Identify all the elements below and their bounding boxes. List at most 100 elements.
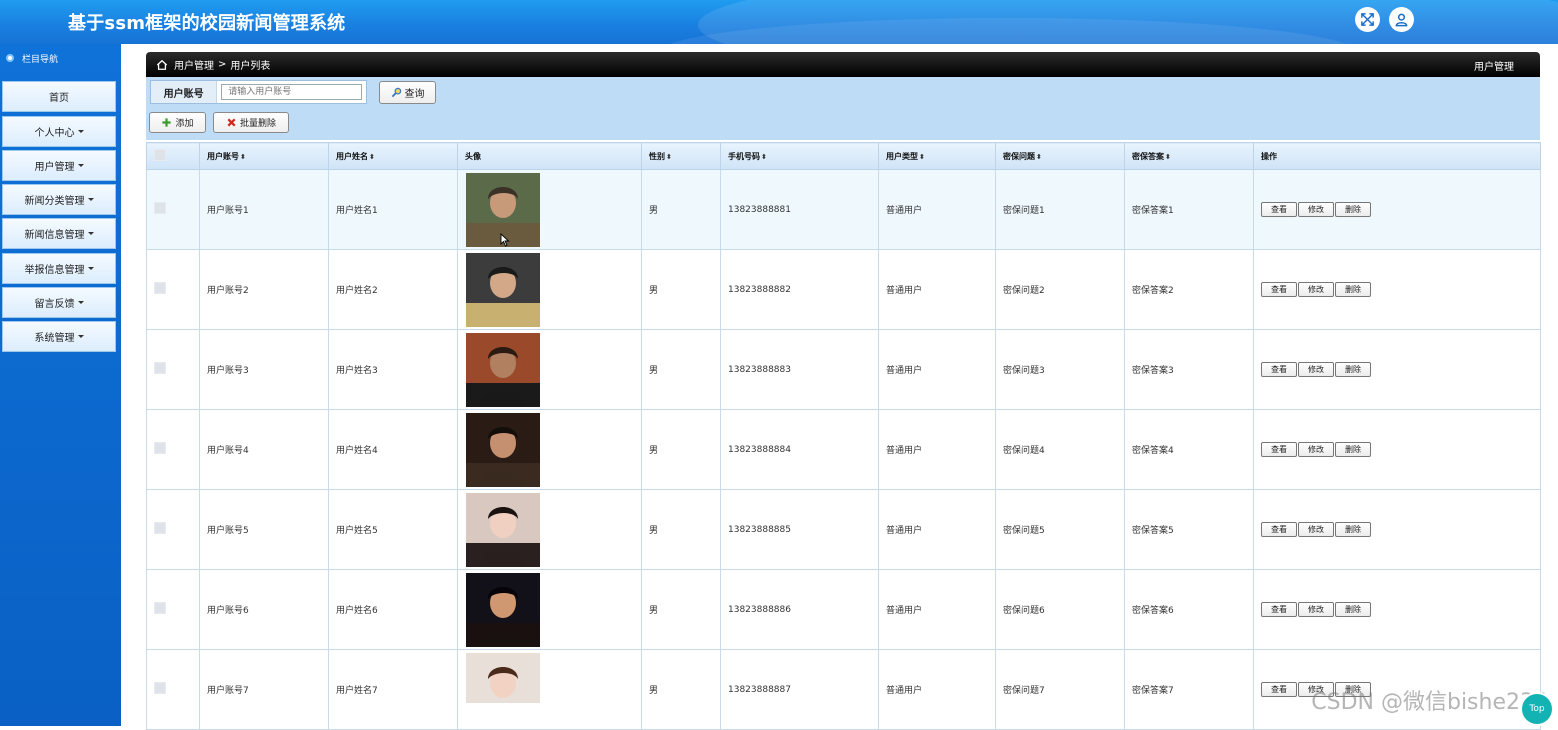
column-header[interactable]: 性别⬍ [641, 142, 721, 170]
sort-icon[interactable]: ⬍ [369, 153, 375, 161]
sidebar-item[interactable]: 个人中心 [2, 116, 116, 147]
column-header[interactable]: 用户账号⬍ [199, 142, 329, 170]
cell-gender: 男 [641, 329, 721, 410]
column-header-label: 操作 [1261, 151, 1277, 161]
column-header[interactable]: 手机号码⬍ [720, 142, 879, 170]
search-button-label: 查询 [404, 89, 425, 100]
view-button[interactable]: 查看 [1261, 682, 1297, 697]
edit-button[interactable]: 修改 [1298, 202, 1334, 217]
breadcrumb: 用户管理 > 用户列表 用户管理 [146, 52, 1540, 77]
column-header[interactable]: 密保问题⬍ [995, 142, 1125, 170]
column-header-label: 用户类型 [886, 151, 918, 161]
batch-delete-button[interactable]: 批量删除 [213, 112, 289, 133]
delete-button[interactable]: 删除 [1335, 442, 1371, 457]
nav-dot-icon [6, 54, 14, 62]
table-header: 用户账号⬍ 用户姓名⬍ 头像 性别⬍ 手机号码⬍ 用户类型⬍ 密保问题⬍ 密保答案⬍ 操作 [146, 142, 1541, 170]
user-table: 用户账号⬍ 用户姓名⬍ 头像 性别⬍ 手机号码⬍ 用户类型⬍ 密保问题⬍ 密保答案⬍ 操作 用户… [146, 142, 1541, 730]
sort-icon[interactable]: ⬍ [1165, 153, 1171, 161]
delete-button[interactable]: 删除 [1335, 602, 1371, 617]
app-header: 基于ssm框架的校园新闻管理系统 [0, 0, 1558, 44]
user-button[interactable] [1389, 7, 1414, 32]
table-row: 用户账号6 用户姓名6 男 13823888886 普通用户 密保问题6 密保答案6 查看 修改… [146, 569, 1541, 650]
cell-account: 用户账号2 [199, 249, 329, 330]
avatar-cell [457, 409, 642, 490]
fullscreen-icon [1361, 13, 1374, 26]
delete-button[interactable]: 删除 [1335, 522, 1371, 537]
column-header[interactable]: 用户姓名⬍ [328, 142, 458, 170]
delete-button[interactable]: 删除 [1335, 202, 1371, 217]
search-button[interactable]: 查询 [379, 81, 436, 104]
sidebar-item[interactable]: 留言反馈 [2, 287, 116, 318]
fullscreen-button[interactable] [1355, 7, 1380, 32]
sidebar-item[interactable]: 新闻信息管理 [2, 218, 116, 249]
sort-icon[interactable]: ⬍ [240, 153, 246, 161]
edit-button[interactable]: 修改 [1298, 522, 1334, 537]
edit-button[interactable]: 修改 [1298, 282, 1334, 297]
view-button[interactable]: 查看 [1261, 522, 1297, 537]
caret-down-icon [77, 335, 84, 338]
mouse-cursor-icon [500, 233, 510, 247]
row-checkbox[interactable] [154, 442, 166, 454]
cell-phone: 13823888885 [720, 489, 879, 570]
delete-button[interactable]: 删除 [1335, 282, 1371, 297]
view-button[interactable]: 查看 [1261, 362, 1297, 377]
view-button[interactable]: 查看 [1261, 602, 1297, 617]
cell-phone: 13823888884 [720, 409, 879, 490]
nav-caption-label: 栏目导航 [22, 54, 59, 65]
sidebar-item-label: 举报信息管理 [24, 265, 85, 276]
sidebar-item-label: 留言反馈 [34, 299, 75, 310]
row-checkbox[interactable] [154, 282, 166, 294]
caret-down-icon [87, 232, 94, 235]
row-checkbox[interactable] [154, 602, 166, 614]
edit-button[interactable]: 修改 [1298, 602, 1334, 617]
row-checkbox[interactable] [154, 202, 166, 214]
column-header[interactable]: 密保答案⬍ [1124, 142, 1254, 170]
row-actions: 查看 修改 删除 [1253, 329, 1541, 410]
cell-answer: 密保答案5 [1124, 489, 1254, 570]
view-button[interactable]: 查看 [1261, 282, 1297, 297]
sidebar-item[interactable]: 新闻分类管理 [2, 184, 116, 215]
row-select-cell [146, 409, 200, 490]
view-button[interactable]: 查看 [1261, 202, 1297, 217]
sort-icon[interactable]: ⬍ [1036, 153, 1042, 161]
sort-icon[interactable]: ⬍ [761, 153, 767, 161]
sidebar-item[interactable]: 首页 [2, 81, 116, 112]
cell-name: 用户姓名7 [328, 649, 458, 730]
add-button-label: 添加 [175, 119, 194, 129]
back-to-top-button[interactable]: Top [1522, 694, 1552, 724]
cell-type: 普通用户 [878, 409, 996, 490]
row-checkbox[interactable] [154, 522, 166, 534]
sidebar-item-label: 首页 [49, 93, 69, 104]
cell-question: 密保问题5 [995, 489, 1125, 570]
breadcrumb-item[interactable]: 用户管理 [174, 57, 214, 72]
edit-button[interactable]: 修改 [1298, 362, 1334, 377]
cell-account: 用户账号3 [199, 329, 329, 410]
cell-account: 用户账号1 [199, 169, 329, 250]
sidebar-item[interactable]: 用户管理 [2, 150, 116, 181]
delete-button[interactable]: 删除 [1335, 362, 1371, 377]
cell-name: 用户姓名2 [328, 249, 458, 330]
cell-type: 普通用户 [878, 649, 996, 730]
avatar [466, 572, 540, 647]
row-checkbox[interactable] [154, 682, 166, 694]
sidebar-item[interactable]: 系统管理 [2, 321, 116, 352]
column-header-label: 密保问题 [1003, 151, 1035, 161]
sidebar-item[interactable]: 举报信息管理 [2, 253, 116, 284]
caret-down-icon [87, 267, 94, 270]
add-button[interactable]: 添加 [149, 112, 206, 133]
row-checkbox[interactable] [154, 362, 166, 374]
main-content: 用户管理 > 用户列表 用户管理 用户账号 查询 添加 批量删除 [146, 52, 1541, 730]
view-button[interactable]: 查看 [1261, 442, 1297, 457]
column-header-label: 手机号码 [728, 151, 760, 161]
edit-button[interactable]: 修改 [1298, 442, 1334, 457]
column-header[interactable]: 用户类型⬍ [878, 142, 996, 170]
cell-answer: 密保答案2 [1124, 249, 1254, 330]
select-all-checkbox[interactable] [154, 149, 166, 161]
search-input[interactable] [221, 84, 362, 100]
sort-icon[interactable]: ⬍ [919, 153, 925, 161]
home-icon[interactable] [156, 59, 168, 71]
column-header-label: 性别 [649, 151, 665, 161]
sort-icon[interactable]: ⬍ [666, 153, 672, 161]
watermark: CSDN @微信bishe234 [1311, 690, 1548, 715]
search-group: 用户账号 [150, 80, 367, 104]
